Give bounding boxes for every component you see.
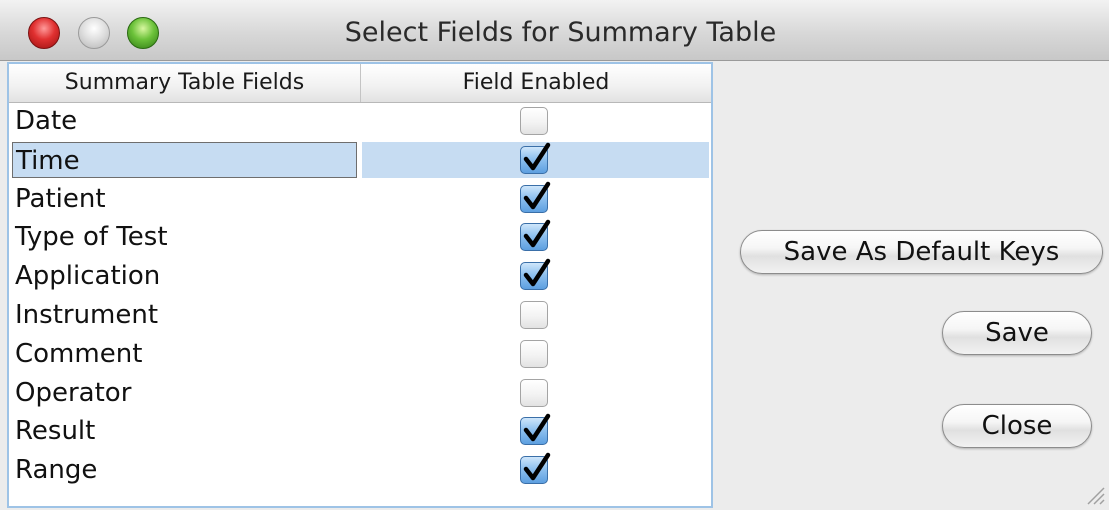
checkmark-icon bbox=[523, 142, 551, 171]
save-as-default-keys-button[interactable]: Save As Default Keys bbox=[740, 230, 1103, 274]
table-row[interactable]: Date bbox=[9, 102, 711, 141]
field-enabled-cell bbox=[362, 181, 709, 217]
field-name-cell[interactable]: Operator bbox=[12, 375, 357, 411]
field-enabled-checkbox[interactable] bbox=[520, 181, 551, 213]
resize-grip-icon[interactable] bbox=[1082, 478, 1106, 506]
table-row[interactable]: Comment bbox=[9, 335, 711, 374]
field-enabled-checkbox[interactable] bbox=[520, 142, 551, 174]
table-row[interactable]: Time bbox=[9, 141, 711, 180]
checkmark-icon bbox=[523, 220, 551, 248]
field-name-cell[interactable]: Range bbox=[12, 452, 357, 488]
field-enabled-checkbox[interactable] bbox=[520, 300, 548, 329]
field-name-cell[interactable]: Patient bbox=[12, 181, 357, 217]
table-row[interactable]: Result bbox=[9, 412, 711, 451]
field-enabled-checkbox[interactable] bbox=[520, 378, 548, 407]
table-row[interactable]: Instrument bbox=[9, 296, 711, 335]
title-bar[interactable]: Select Fields for Summary Table bbox=[0, 0, 1109, 61]
field-enabled-cell bbox=[362, 452, 709, 488]
field-enabled-checkbox[interactable] bbox=[520, 220, 551, 252]
field-enabled-checkbox[interactable] bbox=[520, 414, 551, 446]
table-body: Date Time Patient Type of Test Application In… bbox=[9, 102, 711, 490]
table-row[interactable]: Operator bbox=[9, 374, 711, 413]
dialog-window: Select Fields for Summary Table Summary … bbox=[0, 0, 1109, 510]
checkmark-icon bbox=[523, 181, 551, 209]
field-name-cell[interactable]: Instrument bbox=[12, 297, 357, 333]
column-header-enabled[interactable]: Field Enabled bbox=[361, 64, 711, 102]
field-enabled-cell bbox=[362, 297, 709, 333]
table-header: Summary Table Fields Field Enabled bbox=[9, 64, 711, 103]
field-name-cell[interactable]: Time bbox=[12, 141, 357, 178]
field-enabled-cell bbox=[362, 258, 709, 294]
window-title: Select Fields for Summary Table bbox=[344, 17, 777, 48]
column-header-fields[interactable]: Summary Table Fields bbox=[9, 64, 361, 102]
field-name-cell[interactable]: Result bbox=[12, 413, 357, 449]
field-enabled-cell bbox=[362, 336, 709, 372]
field-enabled-cell bbox=[362, 141, 709, 178]
table-row[interactable]: Type of Test bbox=[9, 218, 711, 257]
summary-fields-table: Summary Table Fields Field Enabled Date T… bbox=[7, 62, 713, 508]
field-name-cell[interactable]: Comment bbox=[12, 336, 357, 372]
checkmark-icon bbox=[523, 414, 551, 442]
field-enabled-checkbox[interactable] bbox=[520, 258, 551, 291]
field-enabled-cell bbox=[362, 413, 709, 449]
field-enabled-checkbox[interactable] bbox=[520, 452, 551, 485]
field-enabled-cell bbox=[362, 219, 709, 255]
field-enabled-cell bbox=[362, 375, 709, 411]
field-name-cell[interactable]: Type of Test bbox=[12, 219, 357, 255]
save-button[interactable]: Save bbox=[942, 311, 1092, 355]
field-enabled-checkbox[interactable] bbox=[520, 339, 548, 368]
table-row[interactable]: Range bbox=[9, 451, 711, 490]
table-row[interactable]: Application bbox=[9, 257, 711, 296]
field-name-cell[interactable]: Date bbox=[12, 103, 357, 139]
checkmark-icon bbox=[523, 452, 551, 481]
field-enabled-cell bbox=[362, 103, 709, 139]
field-name-cell[interactable]: Application bbox=[12, 258, 357, 294]
table-row[interactable]: Patient bbox=[9, 180, 711, 219]
field-enabled-checkbox[interactable] bbox=[520, 107, 548, 135]
close-button[interactable]: Close bbox=[942, 404, 1092, 448]
checkmark-icon bbox=[523, 258, 551, 287]
